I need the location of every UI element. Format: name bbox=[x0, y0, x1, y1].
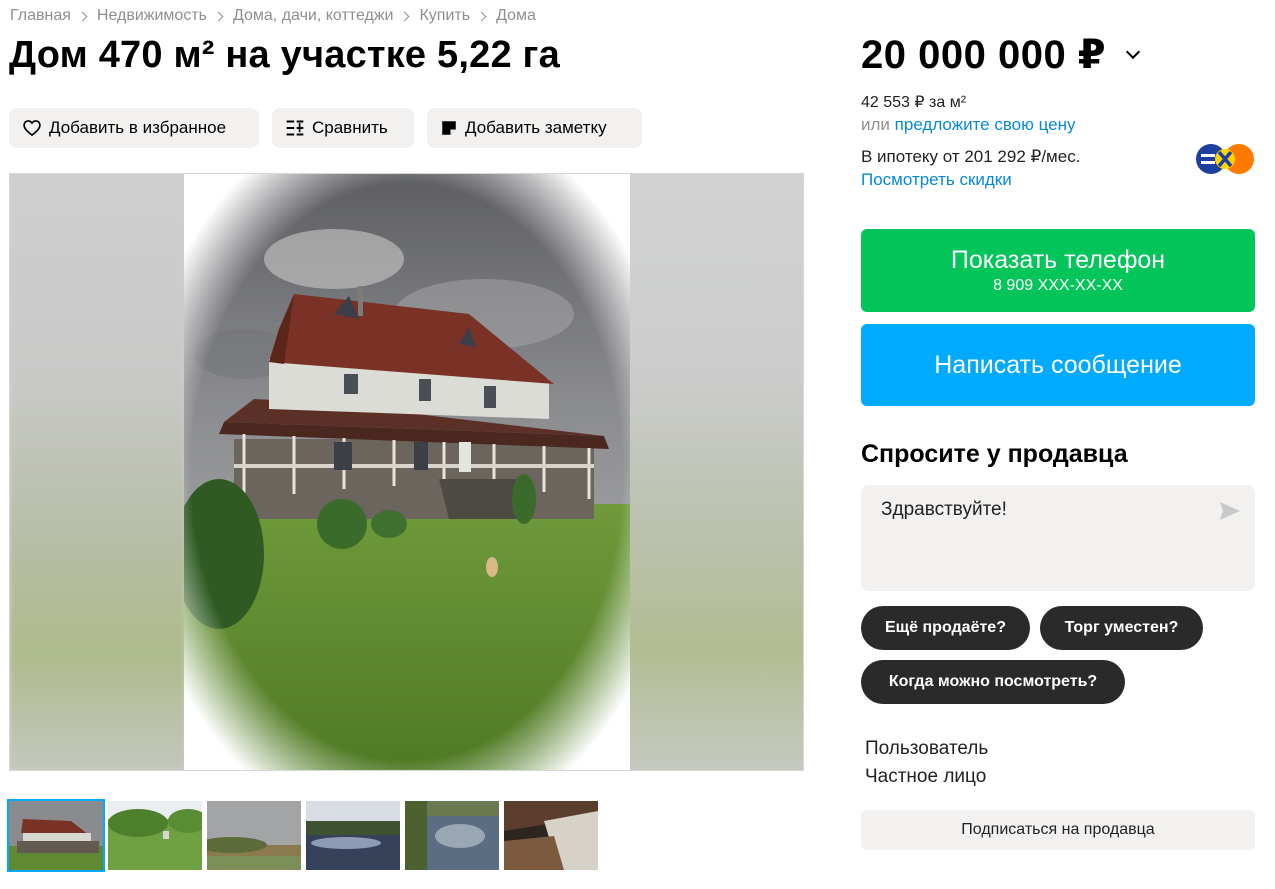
offer-price-link[interactable]: предложите свою цену bbox=[895, 115, 1076, 134]
add-note-label: Добавить заметку bbox=[465, 118, 607, 137]
quick-question-chip[interactable]: Ещё продаёте? bbox=[861, 606, 1030, 650]
view-discounts-link[interactable]: Посмотреть скидки bbox=[861, 170, 1012, 190]
quick-question-chip[interactable]: Когда можно посмотреть? bbox=[861, 660, 1125, 704]
write-message-button[interactable]: Написать сообщение bbox=[861, 324, 1255, 406]
chevron-right-icon bbox=[77, 11, 88, 21]
page-title: Дом 470 м² на участке 5,22 га bbox=[9, 34, 560, 76]
breadcrumb-item-buy[interactable]: Купить bbox=[419, 7, 470, 25]
breadcrumb-item-home[interactable]: Главная bbox=[10, 7, 71, 25]
gallery-prev-area[interactable] bbox=[10, 174, 185, 770]
note-icon bbox=[442, 121, 456, 135]
compare-button[interactable]: Сравнить bbox=[272, 108, 414, 148]
chevron-down-icon[interactable] bbox=[1126, 44, 1141, 60]
mortgage-text: В ипотеку от 201 292 ₽/мес. bbox=[861, 147, 1081, 166]
house-photo bbox=[184, 174, 630, 770]
gallery-thumbnail[interactable] bbox=[504, 801, 598, 870]
compare-label: Сравнить bbox=[312, 118, 388, 137]
gallery-main-photo[interactable] bbox=[184, 174, 630, 770]
photo-gallery bbox=[9, 173, 804, 771]
breadcrumb-item-houses[interactable]: Дома bbox=[496, 7, 536, 25]
quick-question-chip[interactable]: Торг уместен? bbox=[1040, 606, 1203, 650]
chevron-right-icon bbox=[476, 11, 487, 21]
send-icon[interactable] bbox=[1219, 501, 1241, 521]
ask-seller-message-value: Здравствуйте! bbox=[881, 499, 1007, 520]
gallery-thumbnail[interactable] bbox=[405, 801, 499, 870]
masked-phone-number: 8 909 XXX-XX-XX bbox=[993, 277, 1123, 294]
show-phone-button[interactable]: Показать телефон 8 909 XXX-XX-XX bbox=[861, 229, 1255, 312]
heart-icon bbox=[23, 120, 41, 136]
offer-price-row: или предложите свою цену bbox=[861, 115, 1076, 135]
price-value: 20 000 000 ₽ bbox=[861, 33, 1107, 77]
offer-prefix: или bbox=[861, 115, 890, 134]
breadcrumb-item-houses-dachas[interactable]: Дома, дачи, коттеджи bbox=[233, 7, 393, 25]
gallery-thumbnail[interactable] bbox=[306, 801, 400, 870]
price-row: 20 000 000 ₽ bbox=[861, 32, 1141, 78]
bank-logo-icon[interactable] bbox=[1195, 143, 1255, 175]
breadcrumb-item-realty[interactable]: Недвижимость bbox=[97, 7, 207, 25]
gallery-thumbnail[interactable] bbox=[7, 799, 105, 872]
gallery-next-area[interactable] bbox=[628, 174, 803, 770]
ask-seller-title: Спросите у продавца bbox=[861, 440, 1128, 468]
subscribe-seller-button[interactable]: Подписаться на продавца bbox=[861, 810, 1255, 850]
add-to-favorites-button[interactable]: Добавить в избранное bbox=[9, 108, 259, 148]
compare-icon bbox=[286, 120, 304, 136]
breadcrumb: Главная Недвижимость Дома, дачи, коттедж… bbox=[10, 6, 536, 26]
gallery-thumbnails bbox=[7, 799, 598, 872]
chevron-right-icon bbox=[213, 11, 224, 21]
add-note-button[interactable]: Добавить заметку bbox=[427, 108, 642, 148]
seller-type: Частное лицо bbox=[865, 766, 987, 787]
gallery-thumbnail[interactable] bbox=[207, 801, 301, 870]
gallery-thumbnail[interactable] bbox=[108, 801, 202, 870]
chevron-right-icon bbox=[400, 11, 410, 21]
add-to-favorites-label: Добавить в избранное bbox=[49, 118, 227, 137]
ask-seller-message-input[interactable]: Здравствуйте! bbox=[861, 485, 1255, 591]
show-phone-label: Показать телефон bbox=[950, 246, 1166, 274]
seller-name[interactable]: Пользователь bbox=[865, 738, 988, 760]
listing-actions: Добавить в избранное Сравнить Добавить з… bbox=[9, 108, 642, 148]
price-per-m2: 42 553 ₽ за м² bbox=[861, 94, 967, 111]
